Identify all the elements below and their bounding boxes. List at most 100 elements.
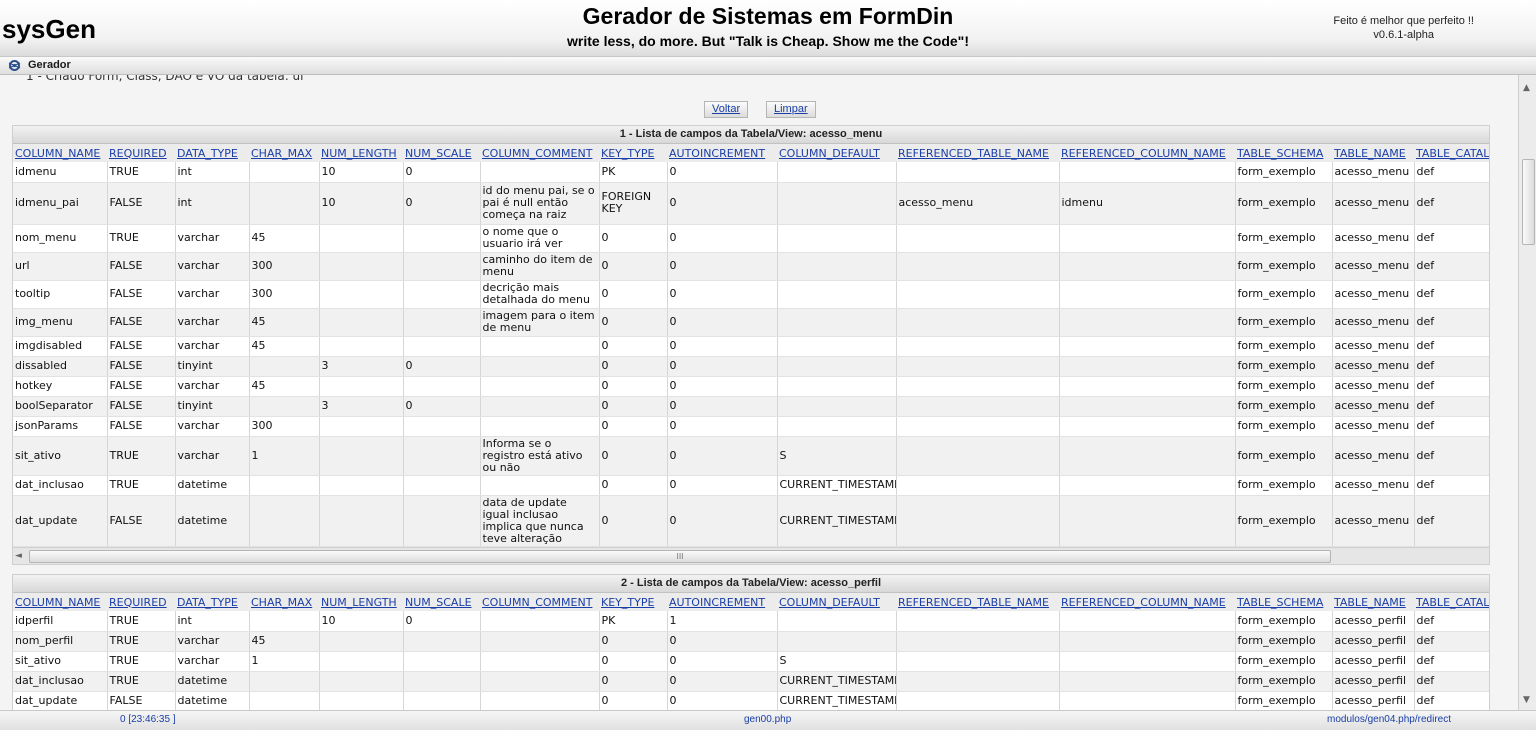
column-header-required[interactable]: REQUIRED — [107, 593, 175, 611]
column-header-autoincrement[interactable]: AUTOINCREMENT — [667, 593, 777, 611]
scrollbar-thumb[interactable]: III — [29, 550, 1331, 563]
scrollbar-thumb[interactable] — [1522, 159, 1535, 245]
table-row[interactable]: sit_ativo TRUE varchar 1 Informa se o regist… — [13, 436, 1489, 476]
cell-char-max: 45 — [249, 336, 320, 357]
cell-referenced-table-name — [896, 631, 1060, 652]
cell-required: FALSE — [107, 495, 176, 547]
menu-item-gerador[interactable]: Gerador — [28, 59, 71, 71]
cell-num-length — [319, 436, 404, 476]
table-row[interactable]: sit_ativo TRUE varchar 1 0 0 Sform_exemplo aces… — [13, 651, 1489, 672]
cell-table-catal: def — [1414, 475, 1489, 496]
column-header-num-scale[interactable]: NUM_SCALE — [403, 144, 480, 162]
table-row[interactable]: img_menu FALSE varchar 45 imagem para o item… — [13, 308, 1489, 337]
table-row[interactable]: idmenu_pai FALSE int 10 0 id do menu pai, se … — [13, 182, 1489, 225]
cell-column-comment: decrição mais detalhada do menu — [480, 280, 600, 309]
column-header-key-type[interactable]: KEY_TYPE — [599, 593, 667, 611]
cell-num-length — [319, 376, 404, 397]
cell-data-type: varchar — [175, 308, 250, 337]
column-header-table-schema[interactable]: TABLE_SCHEMA — [1235, 144, 1332, 162]
horizontal-scrollbar[interactable]: ◄ III — [13, 547, 1489, 564]
cell-num-length — [319, 252, 404, 281]
cell-column-default — [777, 611, 897, 632]
cell-table-name: acesso_perfil — [1332, 631, 1415, 652]
cell-column-comment: id do menu pai, se o pai é null então co… — [480, 182, 600, 225]
cell-table-catal: def — [1414, 252, 1489, 281]
column-header-num-scale[interactable]: NUM_SCALE — [403, 593, 480, 611]
cell-table-schema: form_exemplo — [1235, 651, 1333, 672]
cell-num-scale — [403, 651, 481, 672]
cell-autoincrement: 0 — [667, 631, 778, 652]
cell-referenced-column-name — [1059, 376, 1236, 397]
clear-button[interactable]: Limpar — [766, 101, 816, 118]
table-row[interactable]: dat_inclusao TRUE datetime 0 0 CURRENT_TIMEST… — [13, 475, 1489, 496]
column-header-table-name[interactable]: TABLE_NAME — [1332, 593, 1414, 611]
column-header-referenced-column-name[interactable]: REFERENCED_COLUMN_NAME — [1059, 593, 1235, 611]
column-header-column-default[interactable]: COLUMN_DEFAULT — [777, 593, 896, 611]
column-header-column-name[interactable]: COLUMN_NAME — [13, 593, 107, 611]
table-row[interactable]: dat_inclusao TRUE datetime 0 0 CURRENT_TIMEST… — [13, 671, 1489, 692]
table-row[interactable]: dat_update FALSE datetime data de update ig… — [13, 495, 1489, 547]
column-header-autoincrement[interactable]: AUTOINCREMENT — [667, 144, 777, 162]
column-header-table-catal[interactable]: TABLE_CATAL — [1414, 593, 1489, 611]
cell-num-scale — [403, 308, 481, 337]
cell-char-max — [249, 182, 320, 225]
table-row[interactable]: jsonParams FALSE varchar 300 0 0 form_exemplo a… — [13, 416, 1489, 437]
table-row[interactable]: imgdisabled FALSE varchar 45 0 0 form_exemplo a… — [13, 336, 1489, 357]
cell-key-type: 0 — [599, 495, 668, 547]
column-header-char-max[interactable]: CHAR_MAX — [249, 144, 319, 162]
cell-table-schema: form_exemplo — [1235, 376, 1333, 397]
cell-table-schema: form_exemplo — [1235, 252, 1333, 281]
vertical-scrollbar[interactable]: ▲ ▼ — [1518, 75, 1536, 710]
cell-column-name: nom_menu — [13, 224, 108, 253]
column-header-key-type[interactable]: KEY_TYPE — [599, 144, 667, 162]
column-header-column-default[interactable]: COLUMN_DEFAULT — [777, 144, 896, 162]
cell-autoincrement: 0 — [667, 691, 778, 710]
column-header-referenced-table-name[interactable]: REFERENCED_TABLE_NAME — [896, 593, 1059, 611]
table-row[interactable]: idperfil TRUE int 10 0 PK 1 form_exemplo acesso_… — [13, 611, 1489, 632]
cell-table-catal: def — [1414, 224, 1489, 253]
cell-table-name: acesso_menu — [1332, 396, 1415, 417]
column-header-table-catal[interactable]: TABLE_CATAL — [1414, 144, 1489, 162]
column-header-column-comment[interactable]: COLUMN_COMMENT — [480, 144, 599, 162]
column-header-data-type[interactable]: DATA_TYPE — [175, 144, 249, 162]
cell-char-max: 1 — [249, 651, 320, 672]
cell-column-comment — [480, 691, 600, 710]
column-header-table-schema[interactable]: TABLE_SCHEMA — [1235, 593, 1332, 611]
table-row[interactable]: boolSeparator FALSE tinyint 3 0 0 0 form_exempl… — [13, 396, 1489, 417]
cell-referenced-column-name — [1059, 691, 1236, 710]
table-row[interactable]: nom_menu TRUE varchar 45 o nome que o usuari… — [13, 224, 1489, 253]
table-row[interactable]: dat_update FALSE datetime 0 0 CURRENT_TIMESTA… — [13, 691, 1489, 710]
table-row[interactable]: dissabled FALSE tinyint 3 0 0 0 form_exemplo ace… — [13, 356, 1489, 377]
column-header-data-type[interactable]: DATA_TYPE — [175, 593, 249, 611]
column-header-num-length[interactable]: NUM_LENGTH — [319, 593, 403, 611]
cell-data-type: varchar — [175, 631, 250, 652]
cell-column-name: img_menu — [13, 308, 108, 337]
column-header-referenced-table-name[interactable]: REFERENCED_TABLE_NAME — [896, 144, 1059, 162]
column-header-referenced-column-name[interactable]: REFERENCED_COLUMN_NAME — [1059, 144, 1235, 162]
cell-referenced-column-name: idmenu — [1059, 182, 1236, 225]
table-row[interactable]: nom_perfil TRUE varchar 45 0 0 form_exemplo ace… — [13, 631, 1489, 652]
cell-required: TRUE — [107, 651, 176, 672]
table-row[interactable]: hotkey FALSE varchar 45 0 0 form_exemplo acesso… — [13, 376, 1489, 397]
back-button[interactable]: Voltar — [704, 101, 749, 118]
column-header-num-length[interactable]: NUM_LENGTH — [319, 144, 403, 162]
scroll-up-icon[interactable]: ▲ — [1523, 83, 1530, 93]
column-header-table-name[interactable]: TABLE_NAME — [1332, 144, 1414, 162]
cell-column-default: CURRENT_TIMESTAMP — [777, 671, 897, 692]
column-header-required[interactable]: REQUIRED — [107, 144, 175, 162]
cell-table-name: acesso_menu — [1332, 495, 1415, 547]
column-header-column-comment[interactable]: COLUMN_COMMENT — [480, 593, 599, 611]
column-header-column-name[interactable]: COLUMN_NAME — [13, 144, 107, 162]
table-row[interactable]: idmenu TRUE int 10 0 PK 0 form_exemplo acesso_me… — [13, 162, 1489, 183]
cell-column-name: dat_update — [13, 495, 108, 547]
table-row[interactable]: tooltip FALSE varchar 300 decrição mais deta… — [13, 280, 1489, 309]
table-row[interactable]: url FALSE varchar 300 caminho do item de men… — [13, 252, 1489, 281]
scroll-left-icon[interactable]: ◄ — [15, 551, 22, 561]
cell-column-comment — [480, 356, 600, 377]
column-header-char-max[interactable]: CHAR_MAX — [249, 593, 319, 611]
panel-title: 2 - Lista de campos da Tabela/View: aces… — [13, 575, 1489, 593]
cell-table-name: acesso_perfil — [1332, 651, 1415, 672]
scroll-down-icon[interactable]: ▼ — [1523, 695, 1530, 705]
cell-column-default — [777, 252, 897, 281]
cell-num-length — [319, 495, 404, 547]
